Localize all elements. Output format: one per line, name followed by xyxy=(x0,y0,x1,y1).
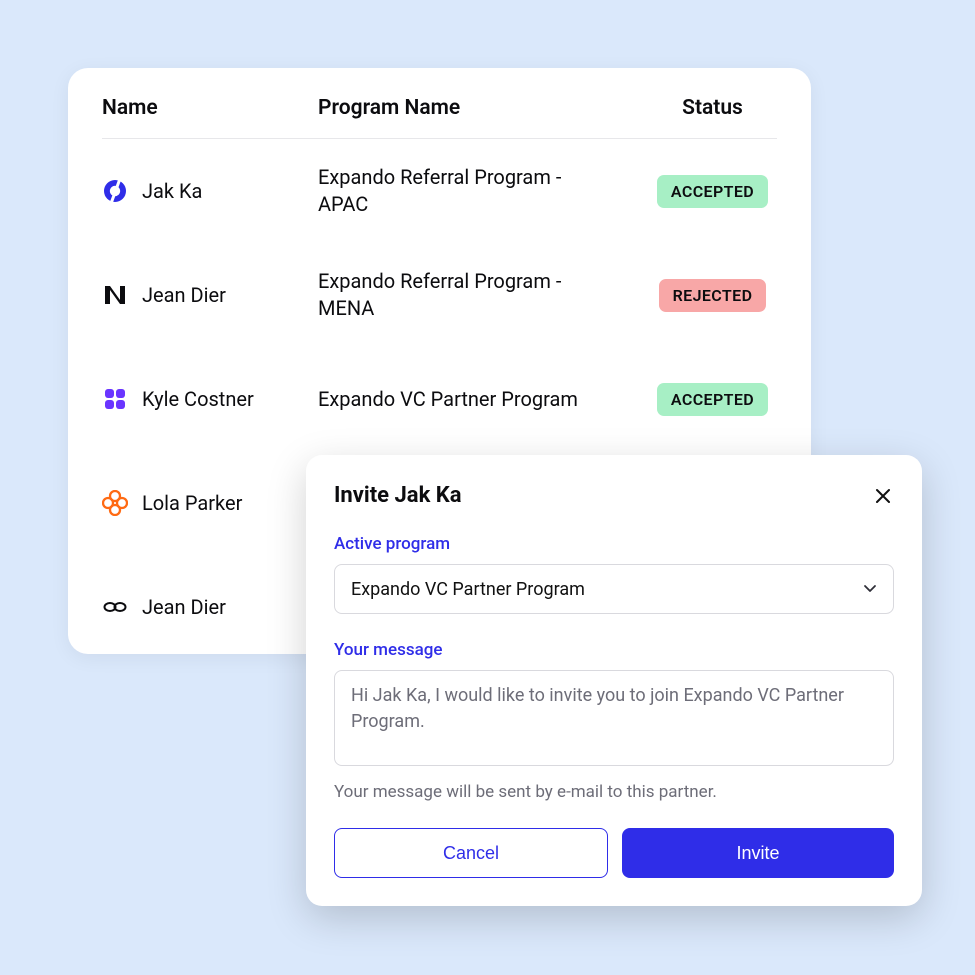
circle-icon xyxy=(102,178,128,204)
partner-name: Jak Ka xyxy=(142,179,202,203)
active-program-value: Expando VC Partner Program xyxy=(351,579,585,600)
program-name: Expando VC Partner Program xyxy=(318,386,648,413)
invite-button[interactable]: Invite xyxy=(622,828,894,878)
partner-name: Jean Dier xyxy=(142,283,226,307)
partner-name: Jean Dier xyxy=(142,595,226,619)
table-row[interactable]: Jean Dier Expando Referral Program - MEN… xyxy=(102,243,777,347)
status-badge: REJECTED xyxy=(659,279,767,312)
modal-title: Invite Jak Ka xyxy=(334,483,462,508)
column-header-status: Status xyxy=(648,96,777,120)
your-message-label: Your message xyxy=(334,640,894,660)
close-icon[interactable] xyxy=(872,485,894,507)
message-hint: Your message will be sent by e-mail to t… xyxy=(334,782,894,802)
n-icon xyxy=(102,282,128,308)
status-badge: ACCEPTED xyxy=(657,175,768,208)
active-program-label: Active program xyxy=(334,534,894,554)
chevron-down-icon xyxy=(863,579,877,600)
status-badge: ACCEPTED xyxy=(657,383,768,416)
flower-icon xyxy=(102,490,128,516)
partner-name: Kyle Costner xyxy=(142,387,254,411)
column-header-program: Program Name xyxy=(318,96,648,120)
partner-name: Lola Parker xyxy=(142,491,242,515)
program-name: Expando Referral Program - APAC xyxy=(318,164,648,218)
squares-icon xyxy=(102,386,128,412)
table-header-row: Name Program Name Status xyxy=(102,96,777,139)
program-name: Expando Referral Program - MENA xyxy=(318,268,648,322)
table-row[interactable]: Jak Ka Expando Referral Program - APAC A… xyxy=(102,139,777,243)
column-header-name: Name xyxy=(102,96,318,120)
message-textarea[interactable] xyxy=(334,670,894,766)
invite-modal: Invite Jak Ka Active program Expando VC … xyxy=(306,455,922,906)
cancel-button[interactable]: Cancel xyxy=(334,828,608,878)
links-icon xyxy=(102,594,128,620)
active-program-select[interactable]: Expando VC Partner Program xyxy=(334,564,894,614)
table-row[interactable]: Kyle Costner Expando VC Partner Program … xyxy=(102,347,777,451)
